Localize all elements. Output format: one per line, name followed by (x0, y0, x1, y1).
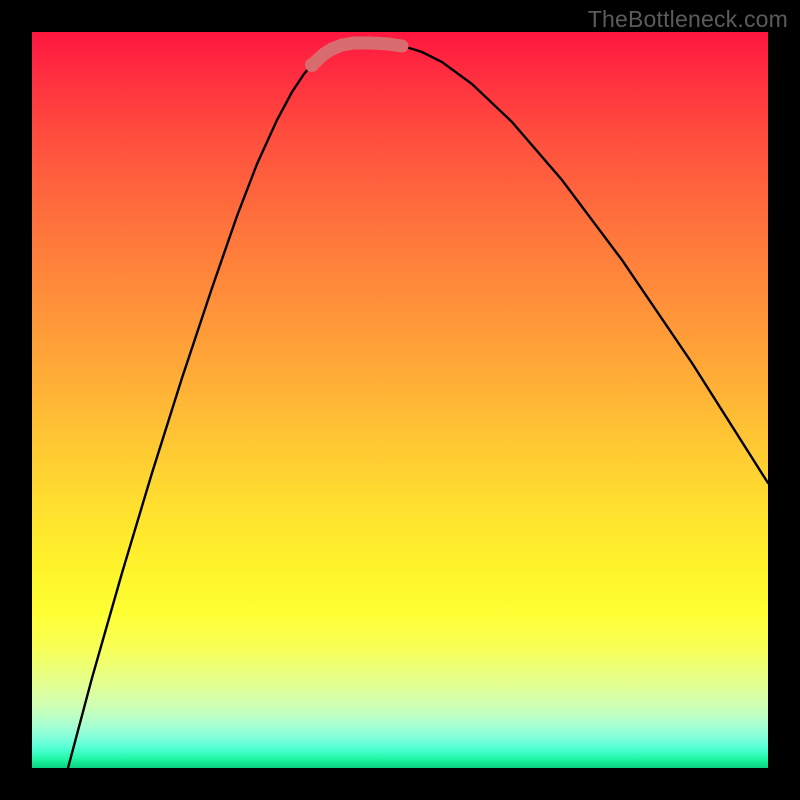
watermark-text: TheBottleneck.com (588, 6, 788, 33)
chart-svg-layer (32, 32, 768, 768)
plot-area (32, 32, 768, 768)
optimal-range-start-dot (305, 58, 319, 72)
bottleneck-curve (68, 43, 768, 768)
optimal-range-highlight (312, 43, 402, 65)
chart-frame: TheBottleneck.com (0, 0, 800, 800)
